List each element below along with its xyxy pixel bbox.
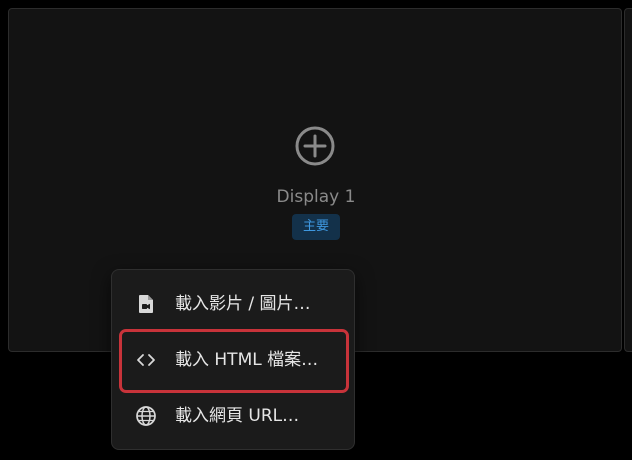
menu-item-load-video-image[interactable]: 載入影片 / 圖片… [120,281,346,327]
menu-item-label: 載入網頁 URL… [175,406,300,426]
next-display-card[interactable] [624,8,632,352]
display-name: Display 1 [276,187,356,207]
app-stage: Display 1 主要 載入影片 / 圖片… 載入 HTML 檔案… 載入網頁… [0,0,632,460]
menu-item-label: 載入影片 / 圖片… [175,294,311,314]
add-circle-icon[interactable] [294,125,336,167]
menu-item-load-html-file[interactable]: 載入 HTML 檔案… [120,337,346,383]
load-content-menu: 載入影片 / 圖片… 載入 HTML 檔案… 載入網頁 URL… [111,269,355,450]
globe-icon [136,406,156,426]
menu-item-label: 載入 HTML 檔案… [175,350,319,370]
primary-badge: 主要 [292,214,340,240]
video-file-icon [139,295,153,313]
code-brackets-icon [137,354,155,366]
menu-item-load-web-url[interactable]: 載入網頁 URL… [120,393,346,439]
